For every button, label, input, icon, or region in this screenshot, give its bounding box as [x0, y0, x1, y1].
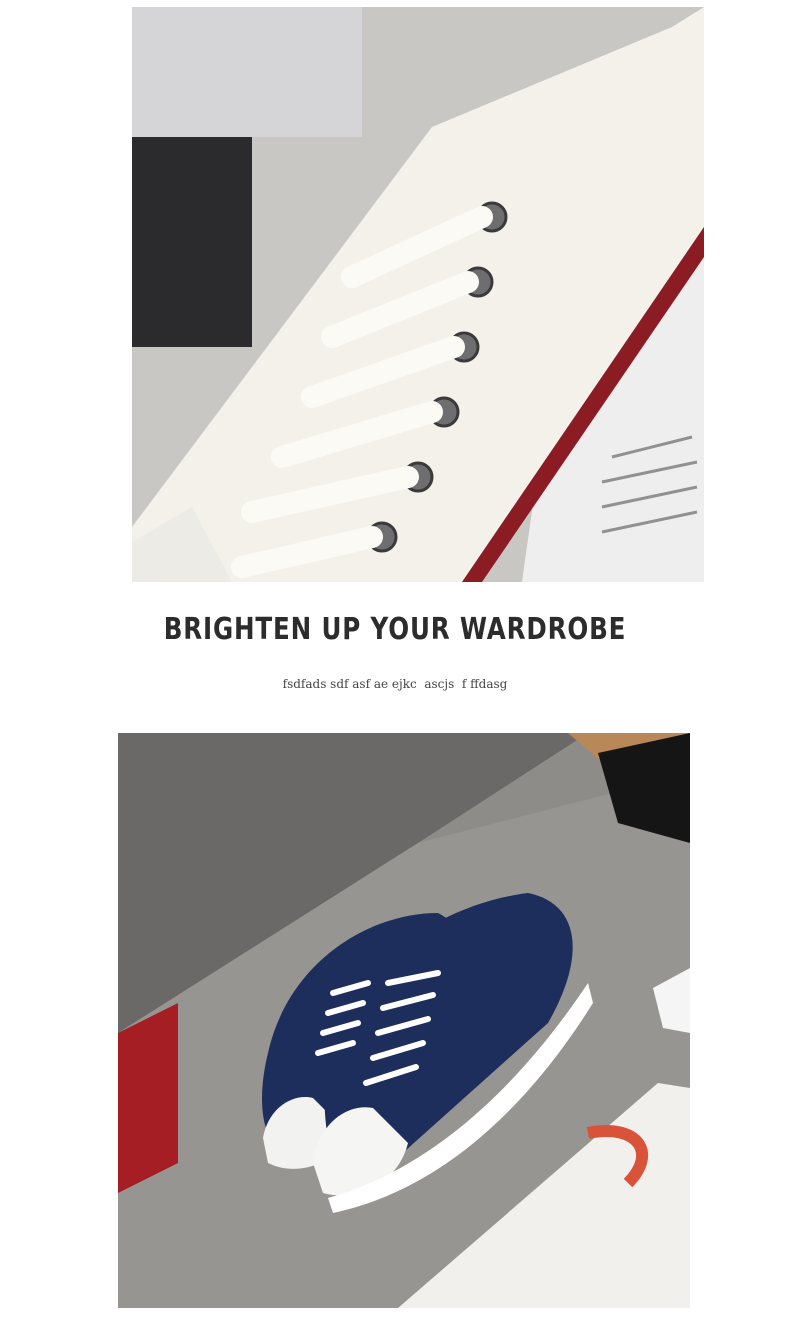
promo-headline: BRIGHTEN UP YOUR WARDROBE: [163, 612, 627, 647]
navy-sneakers-photo: [118, 733, 690, 1308]
white-sneaker-photo: [132, 7, 704, 582]
promo-subtitle: fsdfads sdf asf ae ejkc ascjs f ffdasg: [282, 677, 508, 691]
